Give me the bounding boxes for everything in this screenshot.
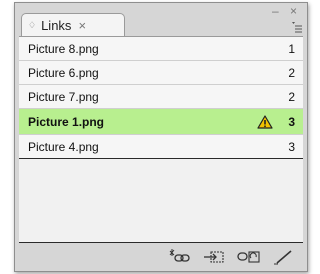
link-name: Picture 4.png <box>28 139 99 154</box>
link-name: Picture 6.png <box>28 65 99 80</box>
link-count: 3 <box>288 139 295 154</box>
links-panel: – × ♢ Links × Picture 8.png 1 Picture 6.… <box>14 2 308 272</box>
link-count: 1 <box>288 41 295 56</box>
warning-icon <box>257 114 273 129</box>
list-item[interactable]: Picture 8.png 1 <box>19 37 303 61</box>
relink-icon[interactable] <box>169 249 193 265</box>
links-toolbar <box>19 246 303 268</box>
list-item[interactable]: Picture 4.png 3 <box>19 135 303 159</box>
list-item-selected[interactable]: Picture 1.png 3 <box>19 109 303 135</box>
update-link-icon[interactable] <box>237 249 261 265</box>
tab-close-icon[interactable]: × <box>78 18 86 33</box>
link-name: Picture 1.png <box>28 114 105 129</box>
tab-label: Links <box>41 17 72 33</box>
link-count: 2 <box>288 89 295 104</box>
list-item[interactable]: Picture 7.png 2 <box>19 85 303 109</box>
link-name: Picture 8.png <box>28 41 99 56</box>
tab-arrows-icon: ♢ <box>28 19 37 30</box>
list-item[interactable]: Picture 6.png 2 <box>19 61 303 85</box>
links-list: Picture 8.png 1 Picture 6.png 2 Picture … <box>19 36 303 243</box>
link-count: 2 <box>288 65 295 80</box>
tab-links[interactable]: ♢ Links × <box>21 13 125 36</box>
go-to-link-icon[interactable] <box>203 249 227 265</box>
window-controls[interactable]: – × <box>272 4 301 18</box>
panel-menu-icon[interactable] <box>289 21 303 33</box>
link-count: 3 <box>288 114 295 129</box>
edit-original-icon[interactable] <box>271 249 295 265</box>
link-name: Picture 7.png <box>28 89 99 104</box>
